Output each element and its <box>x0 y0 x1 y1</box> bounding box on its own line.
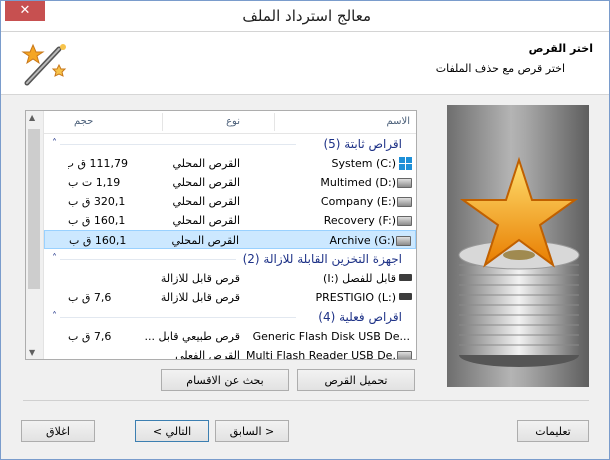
help-button[interactable]: تعليمات <box>517 420 589 442</box>
next-button[interactable]: التالي > <box>135 420 209 442</box>
drive-type: القرص المحلي <box>172 195 240 208</box>
drive-rows: ˄ اقراص ثابتة (5) System (C:) القرص المح… <box>44 134 416 360</box>
table-row[interactable]: Multimed (D:) القرص المحلي 1,19 ت ب <box>44 173 416 192</box>
scroll-thumb[interactable] <box>28 129 40 289</box>
wizard-header: اختر القرص اختر قرص مع حذف الملفات <box>1 32 609 95</box>
drive-size: 160,1 ق ب <box>68 214 126 227</box>
drive-name: Multi Flash Reader USB De... <box>246 349 396 360</box>
scroll-down-icon[interactable]: ▼ <box>29 348 35 357</box>
drive-name: (I:) قابل للفصل <box>323 272 396 285</box>
page-title: اختر القرص <box>528 42 593 55</box>
drive-name: Multimed (D:) <box>320 176 396 189</box>
group-removable-drives[interactable]: ˄ اجهزة التخزين القابلة للازالة (2) <box>44 249 416 269</box>
drive-icon <box>397 351 412 359</box>
drive-list[interactable]: ▲ ▼ الاسم نوع حجم ˄ اقراص ثابتة (5) Syst… <box>25 110 417 360</box>
vertical-scrollbar[interactable]: ▲ ▼ <box>26 111 44 359</box>
back-button[interactable]: < السابق <box>215 420 289 442</box>
drive-name: System (C:) <box>331 157 397 170</box>
close-button[interactable]: اغلاق <box>21 420 95 442</box>
group-physical-drives[interactable]: ˄ اقراص فعلية (4) <box>44 307 416 327</box>
drive-icon <box>397 178 412 188</box>
drive-size: 7,6 ق ب <box>68 291 112 304</box>
group-label: اقراص فعلية (4) <box>314 307 402 327</box>
wizard-side-image <box>447 105 589 387</box>
close-icon: ✕ <box>19 3 31 18</box>
drive-name: Company (E:) <box>320 195 396 208</box>
magic-wand-icon <box>21 43 67 86</box>
table-row[interactable]: Multi Flash Reader USB De... القرص الفعل… <box>44 346 416 360</box>
table-row-selected[interactable]: Archive (G:) القرص المحلي 160,1 ق ب <box>44 230 416 249</box>
column-type[interactable]: نوع <box>226 111 240 133</box>
close-window-button[interactable]: ✕ <box>5 1 45 21</box>
group-fixed-drives[interactable]: ˄ اقراص ثابتة (5) <box>44 134 416 154</box>
drive-size: 320,1 ق ب <box>68 195 126 208</box>
drive-type: القرص الفعلي <box>175 349 240 360</box>
wizard-window: ✕ معالج استرداد الملف اختر القرص اختر قر… <box>0 0 610 460</box>
group-label: اقراص ثابتة (5) <box>319 134 402 154</box>
footer-divider <box>23 400 589 401</box>
drive-name: Generic Flash Disk USB De... <box>252 330 410 343</box>
drive-size: 160,1 ق ب <box>69 234 127 247</box>
drive-type: قرص قابل للازالة <box>160 272 240 285</box>
table-row[interactable]: System (C:) القرص المحلي 111,79 ق ب <box>44 154 416 173</box>
drive-icon <box>396 236 411 246</box>
windows-icon <box>399 157 412 170</box>
drive-size: 1,19 ت ب <box>68 176 121 189</box>
group-divider <box>60 317 296 318</box>
table-row[interactable]: Recovery (F:) القرص المحلي 160,1 ق ب <box>44 211 416 230</box>
drive-type: القرص المحلي <box>172 176 240 189</box>
column-size[interactable]: حجم <box>74 111 93 133</box>
table-row[interactable]: Generic Flash Disk USB De... قرص طبيعي ق… <box>44 327 416 346</box>
group-divider <box>60 144 296 145</box>
group-label: اجهزة التخزين القابلة للازالة (2) <box>238 249 402 269</box>
drive-name: PRESTIGIO (L:) <box>315 291 396 304</box>
collapse-chevron-icon[interactable]: ˄ <box>52 307 57 327</box>
drive-name: Archive (G:) <box>329 234 395 247</box>
drive-type: قرص قابل للازالة <box>160 291 240 304</box>
table-row[interactable]: (I:) قابل للفصل قرص قابل للازالة <box>44 269 416 288</box>
group-divider <box>60 259 236 260</box>
list-column-header: الاسم نوع حجم <box>44 111 416 134</box>
column-divider <box>274 113 275 131</box>
column-name[interactable]: الاسم <box>386 111 410 133</box>
collapse-chevron-icon[interactable]: ˄ <box>52 249 57 269</box>
drive-size: 111,79 ق ب <box>68 157 128 170</box>
drive-size: 7,6 ق ب <box>68 330 112 343</box>
column-divider <box>162 113 163 131</box>
drive-type: القرص المحلي <box>172 214 240 227</box>
title-bar: ✕ معالج استرداد الملف <box>1 1 609 32</box>
drive-icon <box>397 197 412 207</box>
window-title: معالج استرداد الملف <box>242 7 371 25</box>
drive-name: Recovery (F:) <box>323 214 396 227</box>
drive-type: القرص المحلي <box>171 234 239 247</box>
drive-type: القرص المحلي <box>172 157 240 170</box>
drive-icon <box>397 216 412 226</box>
disk-stack-star-icon <box>458 156 580 367</box>
drive-type: قرص طبيعي قابل ... <box>144 330 240 343</box>
find-partitions-button[interactable]: بحث عن الاقسام <box>161 369 289 391</box>
table-row[interactable]: PRESTIGIO (L:) قرص قابل للازالة 7,6 ق ب <box>44 288 416 307</box>
scroll-up-icon[interactable]: ▲ <box>29 113 35 122</box>
usb-drive-icon <box>399 293 412 300</box>
table-row[interactable]: Company (E:) القرص المحلي 320,1 ق ب <box>44 192 416 211</box>
collapse-chevron-icon[interactable]: ˄ <box>52 134 57 154</box>
page-subtitle: اختر قرص مع حذف الملفات <box>435 62 565 75</box>
mount-disk-button[interactable]: تحميل القرص <box>297 369 415 391</box>
usb-drive-icon <box>399 274 412 281</box>
